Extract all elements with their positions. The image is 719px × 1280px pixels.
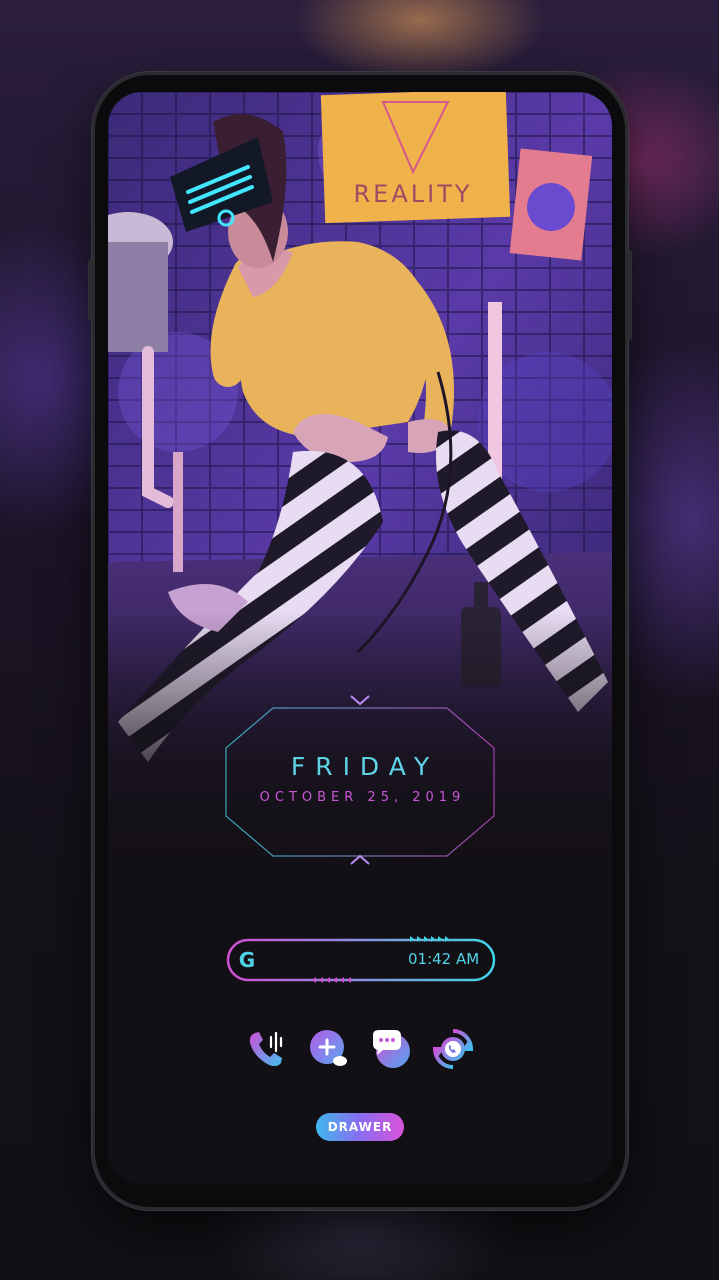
clock-time: 01:42 AM bbox=[408, 950, 480, 968]
widget-day: FRIDAY bbox=[290, 752, 440, 781]
power-button bbox=[628, 250, 632, 340]
sms-chat-icon[interactable] bbox=[369, 1027, 413, 1071]
home-screen: REALITY FRIDAY OCTOBER 25, 2019 G 01:42 … bbox=[108, 92, 612, 1184]
google-search-icon[interactable]: G bbox=[234, 947, 260, 973]
widget-date: OCTOBER 25, 2019 bbox=[259, 790, 466, 805]
chevron-down-icon[interactable] bbox=[348, 692, 372, 708]
drawer-button[interactable]: DRAWER bbox=[316, 1113, 404, 1141]
volume-button bbox=[88, 260, 92, 320]
whatsapp-sync-icon[interactable] bbox=[431, 1027, 475, 1071]
reality-sign-text: REALITY bbox=[353, 180, 472, 208]
chevron-up-icon[interactable] bbox=[348, 852, 372, 868]
messenger-plus-icon[interactable] bbox=[307, 1027, 351, 1071]
phone-dialer-icon[interactable] bbox=[245, 1027, 289, 1071]
